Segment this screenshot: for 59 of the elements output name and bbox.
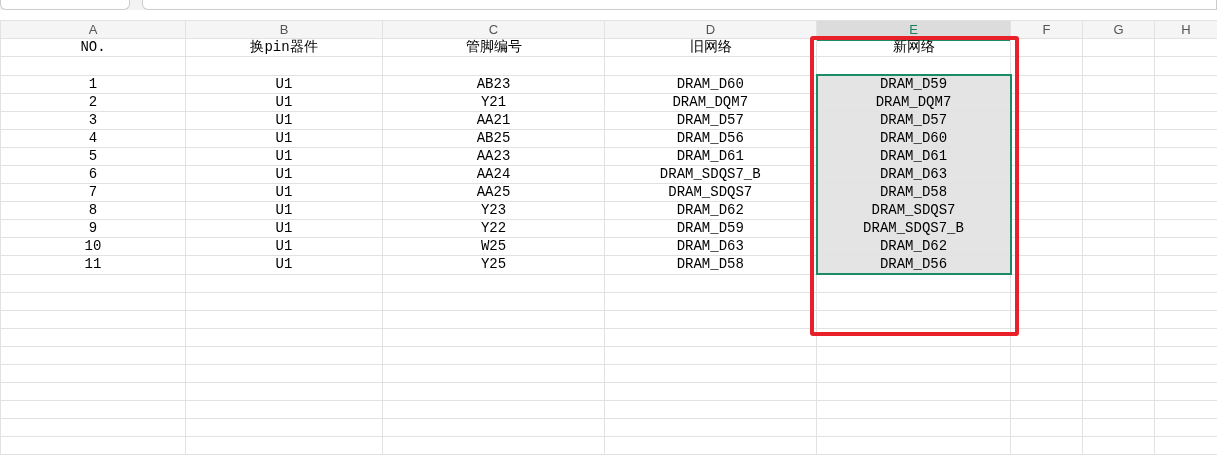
table-cell: U1	[275, 94, 293, 110]
table-cell: U1	[275, 75, 293, 92]
table-cell: U1	[275, 166, 293, 182]
table-cell: U1	[275, 130, 293, 146]
table-cell: 1	[88, 75, 98, 92]
table-cell: DRAM_D59	[816, 75, 1011, 94]
table-cell: 5	[88, 148, 98, 164]
table-cell: DRAM_D60	[676, 75, 744, 92]
table-cell: AA21	[476, 112, 511, 128]
table-cell: DRAM_SDQS7_B	[659, 166, 761, 182]
table-cell: 3	[88, 112, 98, 128]
column-header[interactable]: D	[604, 20, 817, 39]
table-cell: DRAM_D63	[676, 238, 744, 254]
table-cell: 11	[84, 256, 102, 273]
table-cell: Y25	[480, 256, 507, 273]
table-cell: 4	[88, 130, 98, 146]
table-cell: U1	[275, 238, 293, 254]
column-header[interactable]: A	[0, 20, 186, 39]
column-header[interactable]: G	[1082, 20, 1155, 39]
table-cell: U1	[275, 256, 293, 273]
table-cell: U1	[275, 184, 293, 200]
table-cell: DRAM_DQM7	[672, 94, 749, 110]
table-cell: NO.	[80, 39, 106, 55]
column-header[interactable]: H	[1154, 20, 1217, 39]
table-cell: 8	[88, 202, 98, 218]
table-cell: DRAM_D58	[676, 256, 744, 273]
table-cell: U1	[275, 220, 293, 236]
table-cell: DRAM_D61	[676, 148, 744, 164]
table-cell: 10	[84, 238, 102, 254]
column-header[interactable]: C	[382, 20, 605, 39]
table-cell: U1	[275, 202, 293, 218]
table-cell: DRAM_D57	[676, 112, 744, 128]
table-cell: AA23	[476, 148, 511, 164]
table-cell: 旧网络	[689, 39, 732, 55]
table-cell: AA25	[476, 184, 511, 200]
table-cell: 2	[88, 94, 98, 110]
table-cell: AA24	[476, 166, 511, 182]
table-cell: Y23	[480, 202, 507, 218]
table-cell: DRAM_SDQS7	[668, 184, 753, 200]
table-cell: 管脚编号	[465, 39, 522, 55]
table-cell: DRAM_D59	[676, 220, 744, 236]
table-cell: AB25	[476, 130, 511, 146]
column-header[interactable]: B	[185, 20, 383, 39]
table-cell: 7	[88, 184, 98, 200]
table-cell: 换pin器件	[250, 39, 318, 55]
table-cell: 6	[88, 166, 98, 182]
table-cell: Y21	[480, 94, 507, 110]
formula-bar[interactable]	[142, 0, 1217, 10]
table-cell: DRAM_D56	[676, 130, 744, 146]
table-cell: U1	[275, 112, 293, 128]
table-cell: W25	[480, 238, 507, 254]
column-header[interactable]: F	[1010, 20, 1083, 39]
table-cell: 9	[88, 220, 98, 236]
table-cell: AB23	[476, 75, 511, 92]
name-box[interactable]	[0, 0, 130, 10]
table-cell: 新网络	[892, 39, 935, 55]
table-cell: U1	[275, 148, 293, 164]
table-cell: DRAM_D62	[676, 202, 744, 218]
table-cell: Y22	[480, 220, 507, 236]
